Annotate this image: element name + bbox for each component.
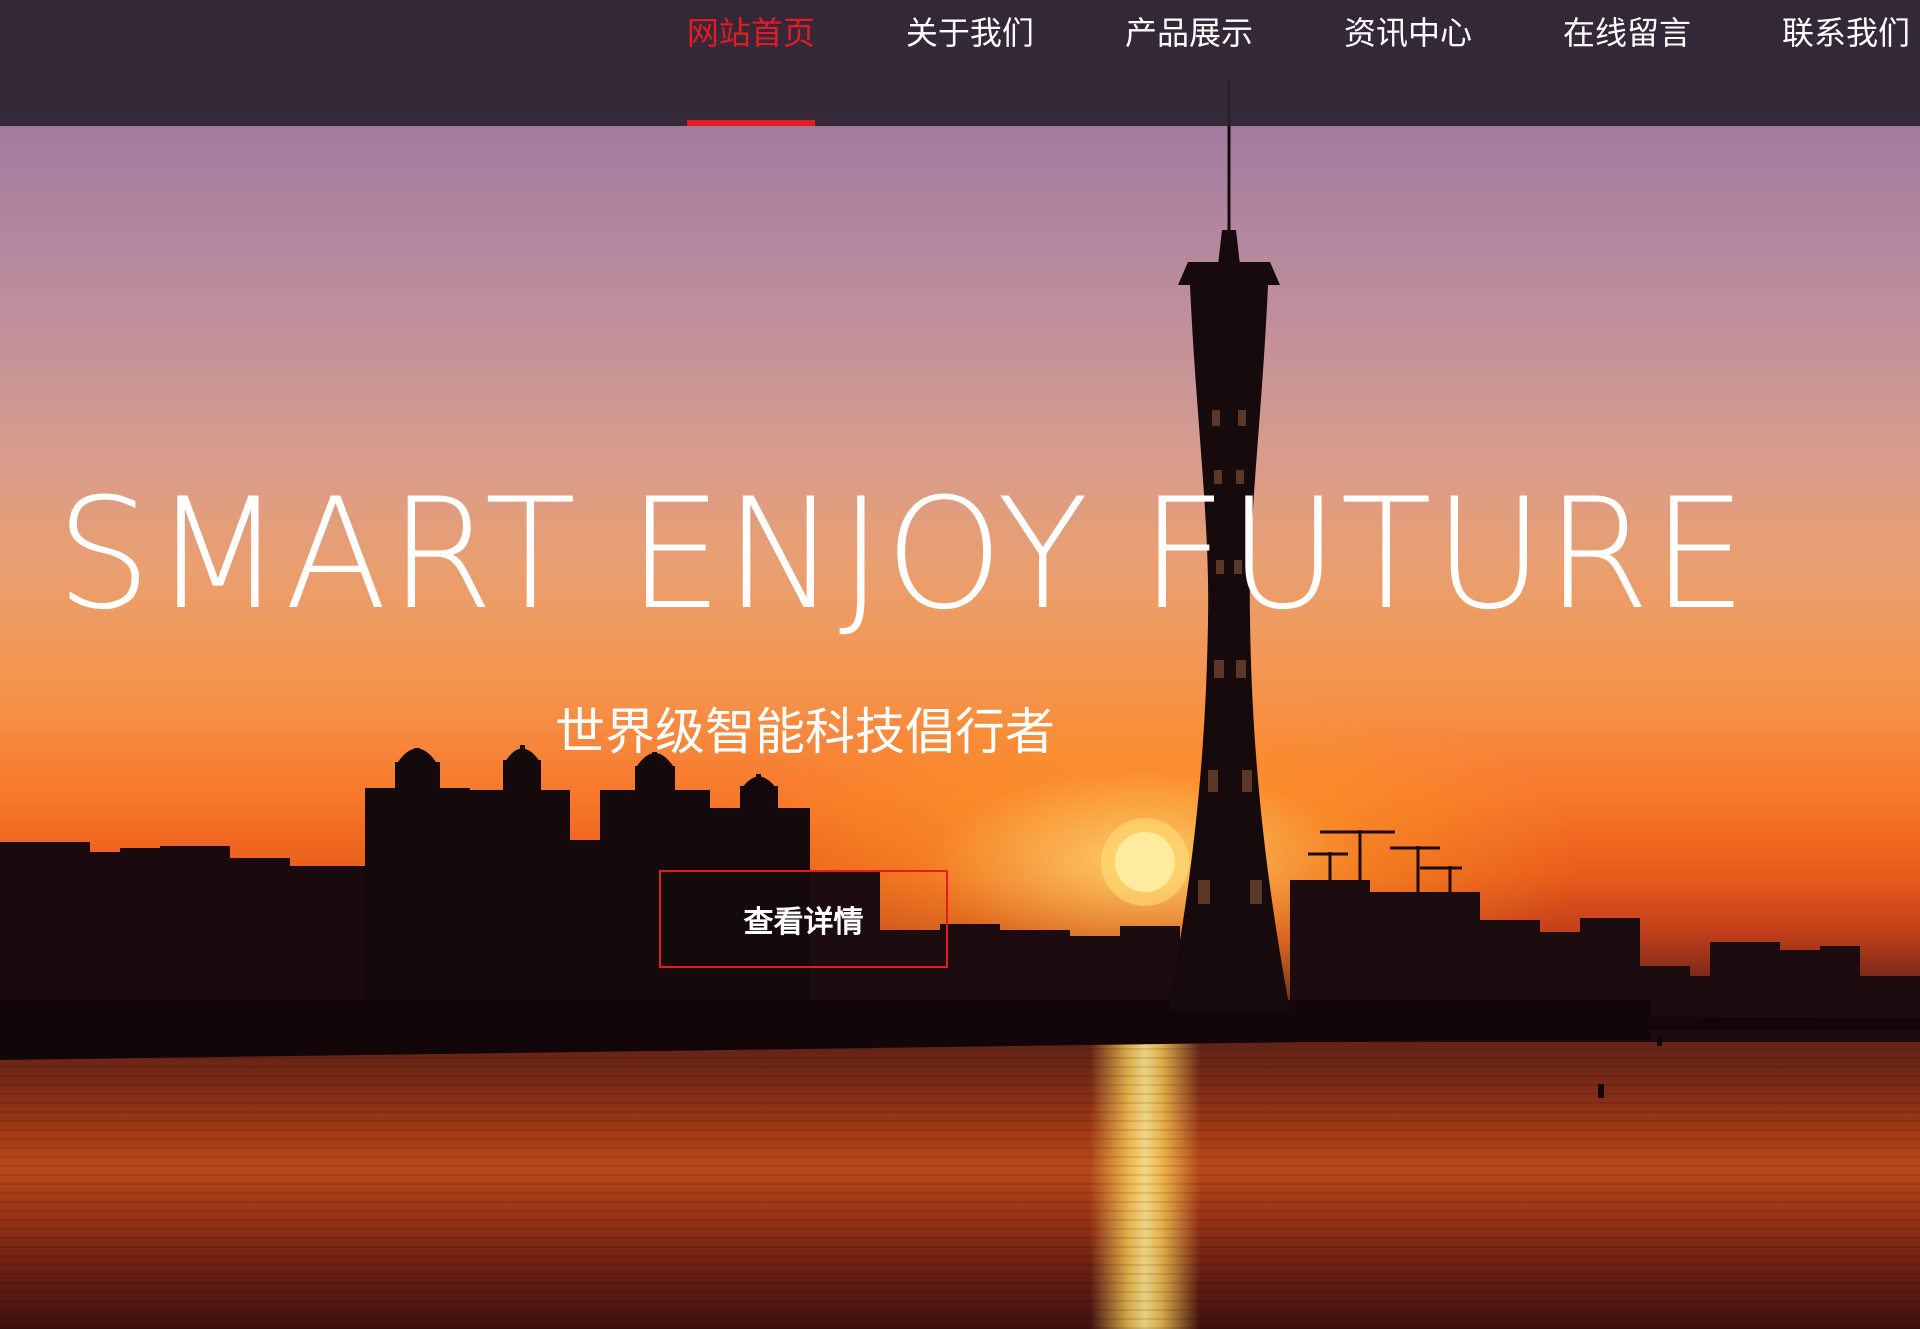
nav-item-about[interactable]: 关于我们 — [906, 0, 1034, 126]
nav-item-contact[interactable]: 联系我们 — [1782, 0, 1910, 126]
city-skyline-silhouette — [0, 80, 1920, 1098]
hero-title: SMART ENJOY FUTURE — [56, 466, 1749, 644]
nav-item-message[interactable]: 在线留言 — [1563, 0, 1691, 126]
view-details-button[interactable]: 查看详情 — [659, 870, 948, 968]
nav-item-news[interactable]: 资讯中心 — [1344, 0, 1472, 126]
nav-item-home[interactable]: 网站首页 — [686, 0, 815, 126]
top-navbar: 网站首页 关于我们 产品展示 资讯中心 在线留言 联系我们 — [0, 0, 1920, 126]
nav-item-products[interactable]: 产品展示 — [1125, 0, 1253, 126]
hero-banner — [0, 0, 1920, 1329]
main-nav: 网站首页 关于我们 产品展示 资讯中心 在线留言 联系我们 — [686, 0, 1910, 126]
hero-subtitle: 世界级智能科技倡行者 — [555, 703, 1055, 761]
